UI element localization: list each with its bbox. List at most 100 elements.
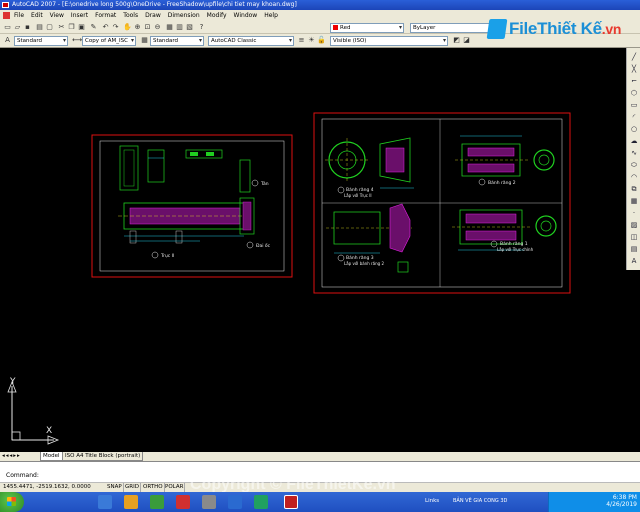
color-value: Red [340,25,351,31]
sheet-left-inner-border [99,140,285,272]
polygon-icon[interactable]: ⬡ [629,88,639,98]
tray-clock[interactable]: 6:38 PM 4/26/2019 [606,494,637,508]
design-center-icon[interactable]: ▥ [175,23,184,32]
layout-tabs-bar: ◂◂◂▸▸ Model ISO A4 Title Block (portrait… [0,452,640,461]
hatch-icon[interactable]: ▨ [629,220,639,230]
properties-icon[interactable]: ▦ [165,23,174,32]
polyline-icon[interactable]: ⌐ [629,76,639,86]
construction-line-icon[interactable]: ╳ [629,64,639,74]
snap-toggle[interactable]: SNAP [106,483,124,492]
layer-lock-icon[interactable]: 🔓 [317,36,326,45]
coordinate-readout: 1455.4471, -2519.1632, 0.0000 [3,484,91,490]
redo-icon[interactable]: ↷ [111,23,120,32]
nut-side-hatch [242,201,252,231]
make-block-icon[interactable]: ▦ [629,196,639,206]
multiline-text-icon[interactable]: A [629,256,639,266]
dim-style-icon[interactable]: ⟷ [72,36,82,45]
revision-cloud-icon[interactable]: ☁ [629,136,639,146]
taskbar-excel-icon[interactable] [254,495,268,509]
autocad-window: AutoCAD 2007 - [E:\onedrive long 500g\On… [0,0,640,512]
grid-toggle[interactable]: GRID [124,483,141,492]
part-block-4 [239,159,251,193]
paste-icon[interactable]: ▣ [77,23,86,32]
command-prompt[interactable]: Command: [6,472,39,479]
table-icon[interactable]: ▤ [629,244,639,254]
insert-block-icon[interactable]: ⧉ [629,184,639,194]
polar-toggle[interactable]: POLAR [164,483,186,492]
print-icon[interactable]: ▤ [35,23,44,32]
line-icon[interactable]: ╱ [629,52,639,62]
point-icon[interactable]: · [629,208,639,218]
tool-palettes-icon[interactable]: ▧ [185,23,194,32]
copy-icon[interactable]: ❐ [67,23,76,32]
taskbar-tool-icon[interactable] [202,495,216,509]
help-icon[interactable]: ? [197,23,206,32]
filethietke-logo: FileThiết Kế.vn [486,14,621,44]
taskbar-explorer-icon[interactable] [98,495,112,509]
tab-model[interactable]: Model [40,452,63,461]
pan-icon[interactable]: ✋ [123,23,132,32]
new-file-icon[interactable]: ▭ [3,23,12,32]
layer-state-icon[interactable]: ☀ [307,36,316,45]
menu-format[interactable]: Format [95,12,116,19]
menu-help[interactable]: Help [264,12,278,19]
open-file-icon[interactable]: ▱ [13,23,22,32]
color-combo[interactable]: Red [330,23,404,33]
zoom-previous-icon[interactable]: ⊖ [153,23,162,32]
menu-insert[interactable]: Insert [71,12,88,19]
zoom-window-icon[interactable]: ⊡ [143,23,152,32]
text-style-combo[interactable]: Standard [14,36,68,46]
table-style-icon[interactable]: ▦ [140,36,149,45]
gear2-end-view-outer [533,149,555,171]
circle-icon[interactable]: ○ [629,124,639,134]
taskbar-app-icon[interactable] [150,495,164,509]
tab-nav-arrows-icon[interactable]: ◂◂◂▸▸ [2,452,21,461]
menu-modify[interactable]: Modify [207,12,227,19]
label-gear4-title: Bánh răng 4 [346,186,374,193]
table-style-combo[interactable]: Standard [150,36,204,46]
sheet-right: Bánh răng 4 Lắp với Trục II Bánh răng 2 [313,112,571,294]
menu-tools[interactable]: Tools [123,12,138,19]
cut-icon[interactable]: ✂ [57,23,66,32]
tab-iso-a4-title-block[interactable]: ISO A4 Title Block (portrait) [62,452,144,461]
region-icon[interactable]: ◫ [629,232,639,242]
menu-view[interactable]: View [50,12,64,19]
start-button[interactable] [0,492,24,512]
text-style-icon[interactable]: A [3,36,12,45]
layer-combo[interactable]: Visible (ISO) [330,36,448,46]
gear4-section-hatch [385,147,405,173]
taskbar-autocad-icon[interactable] [284,495,298,509]
rectangle-icon[interactable]: ▭ [629,100,639,110]
menu-window[interactable]: Window [234,12,258,19]
layer-previous-icon[interactable]: ◪ [462,36,471,45]
taskbar-media-icon[interactable] [176,495,190,509]
preview-icon[interactable]: ▢ [45,23,54,32]
arc-icon[interactable]: ◜ [629,112,639,122]
taskbar-task-title[interactable]: BẢN VẼ GIA CONG 3D [453,498,507,504]
spline-icon[interactable]: ∿ [629,148,639,158]
document-icon[interactable] [3,12,10,19]
ellipse-arc-icon[interactable]: ◠ [629,172,639,182]
save-icon[interactable]: ▪ [23,23,32,32]
undo-icon[interactable]: ↶ [101,23,110,32]
taskbar-word-icon[interactable] [228,495,242,509]
model-space-canvas[interactable]: Tán Đai ốc Trục II Bánh răng 4 Lắp với T… [0,48,626,452]
menu-edit[interactable]: Edit [31,12,43,19]
callout-circle-dai-oc [246,241,254,249]
taskbar-folder-icon[interactable] [124,495,138,509]
ucs-origin-box [11,431,21,441]
linetype-combo[interactable]: ByLayer [410,23,496,33]
make-current-layer-icon[interactable]: ◩ [452,36,461,45]
match-properties-icon[interactable]: ✎ [89,23,98,32]
ortho-toggle[interactable]: ORTHO [142,483,165,492]
dim-style-combo[interactable]: Copy of AM_ISC [82,36,136,46]
menu-file[interactable]: File [14,12,24,19]
zoom-realtime-icon[interactable]: ⊕ [133,23,142,32]
layer-properties-icon[interactable]: ≡ [297,36,306,45]
menu-draw[interactable]: Draw [145,12,161,19]
ellipse-icon[interactable]: ⬭ [629,160,639,170]
links-toolbar[interactable]: Links [425,498,439,504]
workspace-combo[interactable]: AutoCAD Classic [208,36,294,46]
menu-dimension[interactable]: Dimension [168,12,200,19]
gear3-detail-view [397,261,409,273]
